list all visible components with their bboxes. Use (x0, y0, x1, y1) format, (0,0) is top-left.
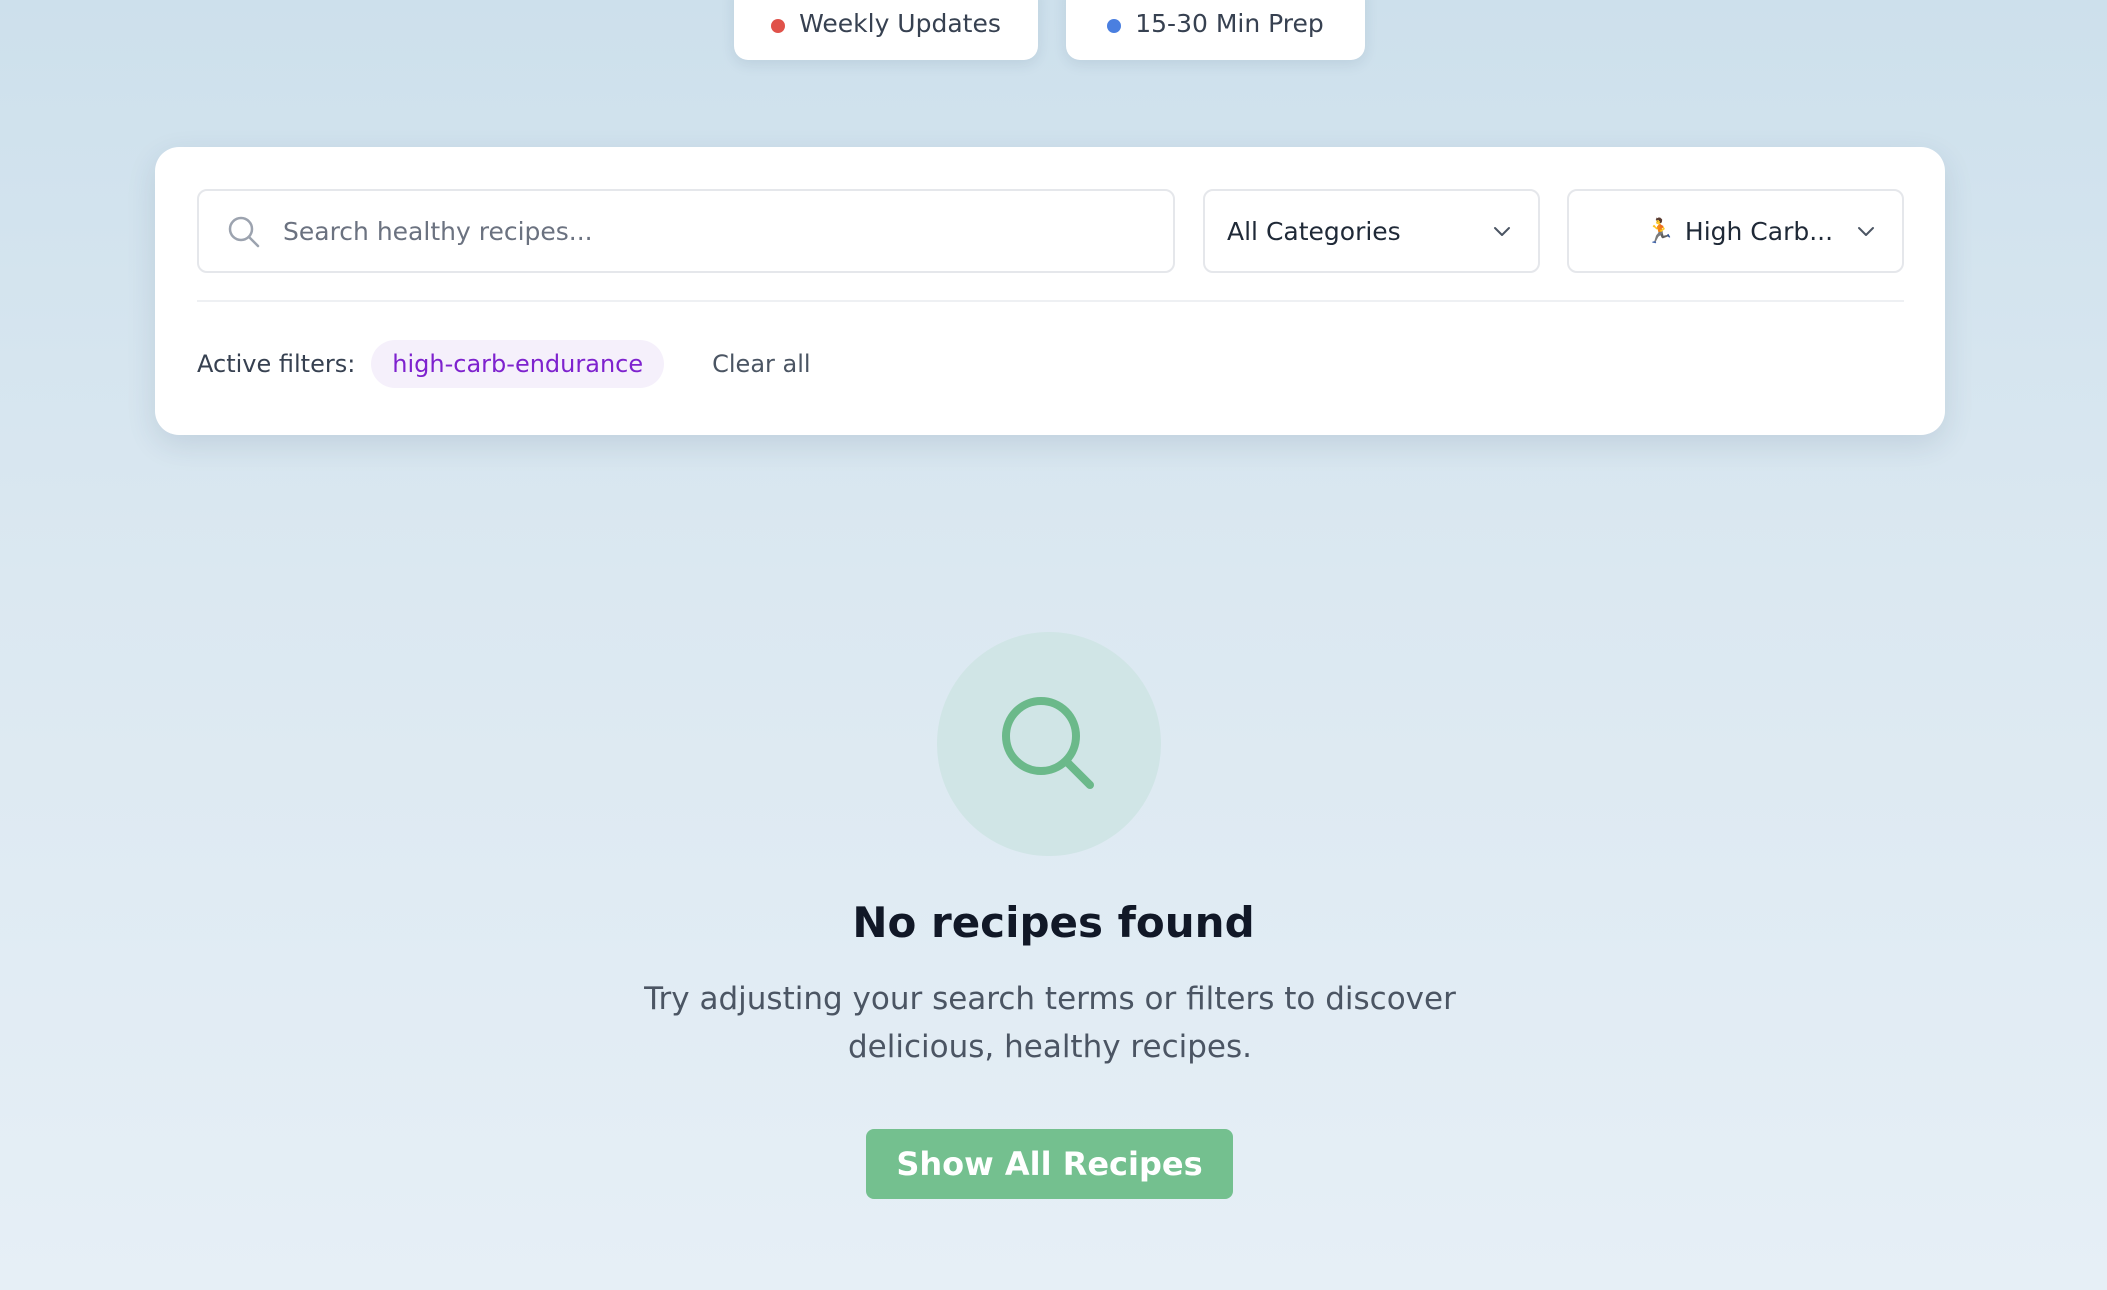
empty-state-message: Try adjusting your search terms or filte… (644, 981, 1456, 1065)
empty-state-icon-circle (937, 632, 1161, 856)
status-dot-red (771, 19, 786, 33)
show-all-recipes-button[interactable]: Show All Recipes (866, 1129, 1233, 1199)
clear-all-button[interactable]: Clear all (712, 350, 810, 378)
active-filter-chip[interactable]: high-carb-endurance (371, 340, 665, 388)
category-select[interactable]: All Categories (1203, 189, 1540, 273)
badge-weekly-updates: Weekly Updates (734, 0, 1038, 60)
badge-label: 15-30 Min Prep (1135, 9, 1324, 38)
chevron-down-icon (1494, 227, 1510, 236)
search-input[interactable] (281, 215, 1145, 247)
diet-select[interactable]: 🏃 High Carb... (1567, 189, 1904, 273)
empty-state-title: No recipes found (852, 898, 1255, 947)
diet-select-value: High Carb... (1684, 216, 1834, 246)
badge-prep-time: 15-30 Min Prep (1066, 0, 1365, 60)
search-box[interactable] (197, 189, 1175, 273)
active-filters-label: Active filters: (197, 350, 356, 378)
status-dot-blue (1107, 19, 1122, 33)
category-select-value: All Categories (1227, 216, 1401, 246)
search-icon (228, 216, 260, 248)
search-icon (1002, 697, 1094, 789)
filter-panel: All Categories 🏃 High Carb... Active fil… (155, 147, 1945, 435)
active-filters-row: Active filters: high-carb-endurance Clea… (197, 339, 811, 389)
runner-icon: 🏃 (1645, 217, 1675, 245)
badge-label: Weekly Updates (799, 9, 1001, 38)
chevron-down-icon (1858, 227, 1874, 236)
divider (197, 300, 1904, 302)
